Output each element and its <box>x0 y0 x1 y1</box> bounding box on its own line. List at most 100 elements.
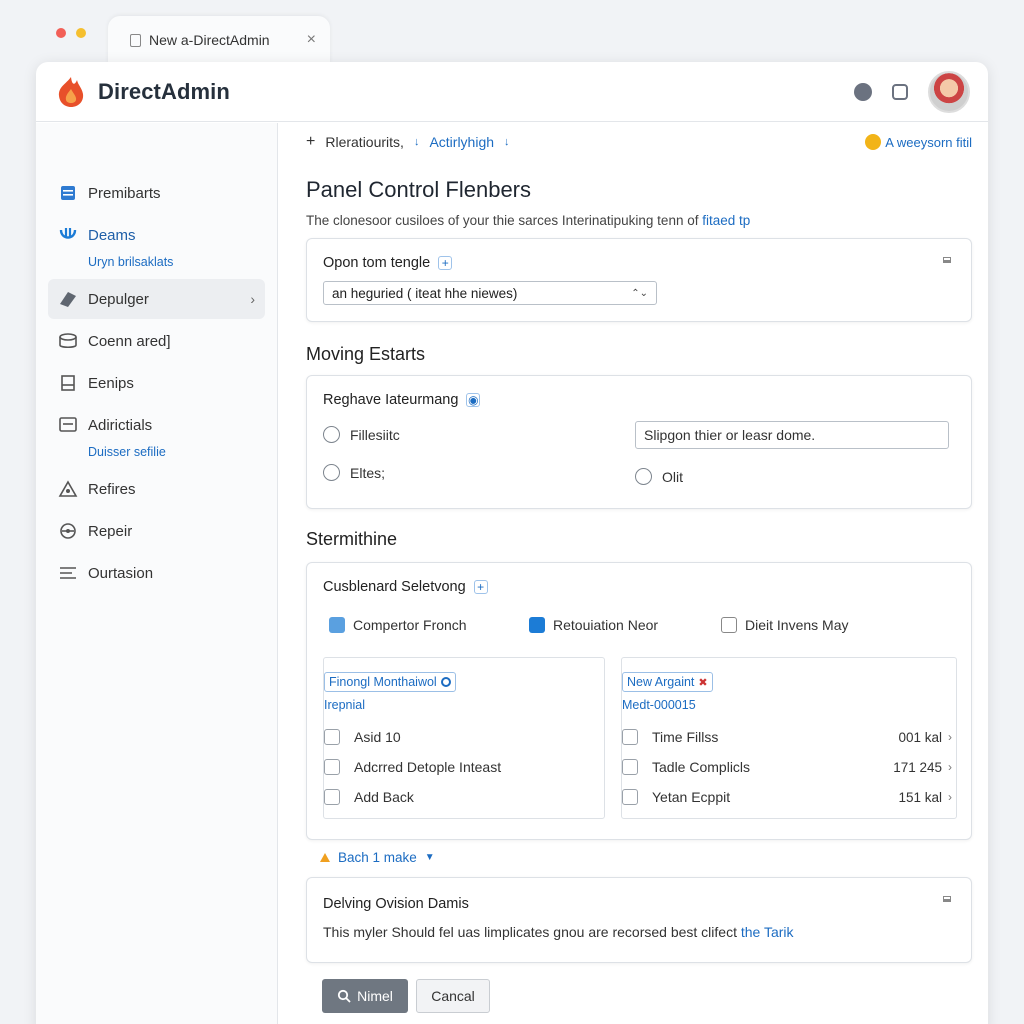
list-item[interactable]: Asid 10 <box>324 722 604 752</box>
checkbox[interactable] <box>324 789 340 805</box>
option-card: Opon tom tengle + an heguried ( iteat hh… <box>306 238 972 322</box>
plus-icon[interactable]: + <box>306 133 315 151</box>
close-window-dot[interactable] <box>56 28 66 38</box>
collapse-icon[interactable] <box>943 257 951 263</box>
back-link[interactable]: Bach 1 make ▼ <box>320 850 972 865</box>
card-text-link[interactable]: the Tarik <box>741 924 794 940</box>
minimize-window-dot[interactable] <box>76 28 86 38</box>
chevron-right-icon[interactable]: › <box>948 730 952 744</box>
search-button-label: Nimel <box>357 988 393 1004</box>
database-icon <box>58 289 78 309</box>
checkbox[interactable] <box>622 759 638 775</box>
sidebar-subitem[interactable]: Uryn brilsaklats <box>88 255 277 273</box>
checkbox[interactable] <box>324 759 340 775</box>
sidebar-item-label: Refires <box>88 480 136 498</box>
caret-down-icon: ▼ <box>424 852 435 863</box>
subtitle-text: The clonesoor cusiloes of your thie sarc… <box>306 213 699 228</box>
avatar[interactable] <box>928 70 970 113</box>
subtitle-link[interactable]: fitaed tp <box>702 213 750 228</box>
arrow-down-icon: ↓ <box>413 136 420 148</box>
globe-icon[interactable] <box>854 82 872 101</box>
add-icon[interactable]: + <box>473 580 488 594</box>
window-icon <box>58 415 78 435</box>
breadcrumb-item[interactable]: Actirlyhigh <box>429 134 494 150</box>
cylinder-icon <box>58 331 78 351</box>
option-label: Compertor Fronch <box>353 617 467 633</box>
info-icon[interactable]: ◉ <box>466 393 481 407</box>
page-subtitle: The clonesoor cusiloes of your thie sarc… <box>306 213 972 228</box>
logo[interactable]: DirectAdmin <box>54 75 230 109</box>
settings-square-icon[interactable] <box>892 83 908 100</box>
card-title-text: Cusblenard Seletvong <box>323 579 466 595</box>
list-item[interactable]: Add Back <box>324 782 604 812</box>
selection-option[interactable]: Dieit Invens May <box>721 617 848 633</box>
sidebar: Premibarts Deams Uryn brilsaklats Depulg… <box>36 123 278 1024</box>
option-select[interactable]: an heguried ( iteat hhe niewes) ⌃⌄ <box>323 281 657 305</box>
text-field[interactable]: Slipgon thier or leasr dome. <box>635 421 949 449</box>
breadcrumb-right-link[interactable]: A weeysorn fitil <box>865 134 972 150</box>
panel-subtitle: Irepnial <box>324 698 365 712</box>
sidebar-item-deams[interactable]: Deams <box>48 215 265 255</box>
checkbox[interactable] <box>622 729 638 745</box>
filter-chip[interactable]: New Argaint ✖ <box>622 672 713 692</box>
sidebar-item-coenn[interactable]: Coenn ared] <box>48 321 265 361</box>
sidebar-subitem[interactable]: Duisser sefilie <box>88 445 277 463</box>
list-item[interactable]: Yetan Ecppit 151 kal › <box>622 782 952 812</box>
chip-label: Finongl Monthaiwol <box>329 675 437 689</box>
radio-option[interactable]: Olit <box>635 468 683 485</box>
card-title: Cusblenard Seletvong + <box>323 579 955 595</box>
list-item-value: 171 245 <box>893 759 942 775</box>
list-item-label: Time Fillss <box>652 729 719 745</box>
sidebar-item-label: Premibarts <box>88 184 161 202</box>
card-title: Reghave Iateurmang ◉ <box>323 392 955 408</box>
brand-name: DirectAdmin <box>98 78 230 104</box>
list-item[interactable]: Tadle Complicls 171 245 › <box>622 752 952 782</box>
list-icon <box>58 563 78 583</box>
sidebar-item-ourtasion[interactable]: Ourtasion <box>48 553 265 593</box>
radio-label: Olit <box>662 468 683 485</box>
topbar-actions <box>854 70 970 113</box>
chevron-right-icon[interactable]: › <box>948 790 952 804</box>
radio-option[interactable]: Fillesiitc <box>323 426 400 443</box>
image-icon <box>329 617 345 633</box>
selection-option[interactable]: Retouiation Neor <box>529 617 658 633</box>
filter-chip[interactable]: Finongl Monthaiwol <box>324 672 456 692</box>
list-item-label: Tadle Complicls <box>652 759 751 775</box>
left-panel: Finongl Monthaiwol Irepnial Asid 10 Adcr… <box>323 657 605 819</box>
sidebar-item-repeir[interactable]: Repeir <box>48 511 265 551</box>
selection-option[interactable]: Compertor Fronch <box>329 617 467 633</box>
list-item[interactable]: Adcrred Detople Inteast <box>324 752 604 782</box>
checkbox[interactable] <box>324 729 340 745</box>
remove-icon[interactable]: ✖ <box>698 676 707 689</box>
window-controls <box>56 28 86 38</box>
right-panel: New Argaint ✖ Medt-000015 Time Fillss 00… <box>621 657 957 819</box>
search-button[interactable]: Nimel <box>322 979 408 1013</box>
radio-option[interactable]: Eltes; <box>323 464 385 481</box>
checkbox[interactable] <box>622 789 638 805</box>
button-row: Nimel Cancal <box>322 979 972 1013</box>
chip-label: New Argaint <box>627 675 695 689</box>
collapse-icon[interactable] <box>943 896 951 902</box>
sidebar-item-eenips[interactable]: Eenips <box>48 363 265 403</box>
tab-close-icon[interactable]: × <box>307 31 316 49</box>
search-icon <box>338 989 351 1003</box>
radio-button[interactable] <box>323 426 340 443</box>
sidebar-item-refires[interactable]: Refires <box>48 469 265 509</box>
sidebar-item-adirictials[interactable]: Adirictials <box>48 405 265 445</box>
add-icon[interactable]: + <box>438 256 453 270</box>
radio-button[interactable] <box>635 468 652 485</box>
page-icon <box>130 33 141 47</box>
sidebar-item-premibarts[interactable]: Premibarts <box>48 173 265 213</box>
sidebar-item-depulger[interactable]: Depulger › <box>48 279 265 319</box>
info-card: Delving Ovision Damis This myler Should … <box>306 877 972 963</box>
list-item[interactable]: Time Fillss 001 kal › <box>622 722 952 752</box>
cancel-button[interactable]: Cancal <box>416 979 490 1013</box>
section-title: Stermithine <box>306 529 398 549</box>
radio-button[interactable] <box>323 464 340 481</box>
top-bar: DirectAdmin <box>36 62 988 122</box>
breadcrumb-item[interactable]: Rleratiourits, <box>325 134 404 150</box>
chevron-right-icon[interactable]: › <box>948 760 952 774</box>
browser-tab[interactable]: New a-DirectAdmin × <box>108 16 330 64</box>
tab-title: New a-DirectAdmin <box>149 32 270 48</box>
card-title: Delving Ovision Damis <box>323 896 469 912</box>
